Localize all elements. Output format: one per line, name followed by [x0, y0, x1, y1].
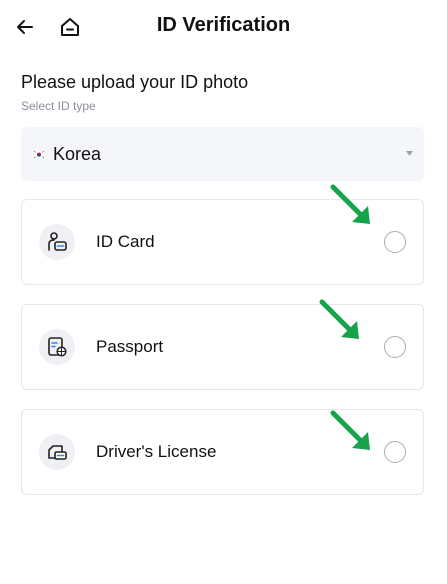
country-select[interactable]: Korea — [21, 127, 424, 181]
top-bar: ID Verification — [0, 0, 447, 56]
green-pointer-arrow-icon — [330, 410, 370, 450]
id-type-label: Driver's License — [96, 442, 217, 461]
id-card-icon — [39, 224, 75, 260]
radio-button[interactable] — [384, 336, 406, 358]
id-type-label: ID Card — [96, 232, 155, 251]
page-title: ID Verification — [156, 14, 291, 36]
radio-button[interactable] — [384, 231, 406, 253]
korea-flag-icon — [33, 150, 45, 159]
id-type-option-passport[interactable]: Passport — [21, 304, 424, 390]
green-pointer-arrow-icon — [330, 184, 370, 224]
upload-heading: Please upload your ID photo — [21, 72, 249, 92]
passport-icon — [39, 329, 75, 365]
select-id-type-label: Select ID type — [21, 99, 96, 113]
radio-button[interactable] — [384, 441, 406, 463]
green-pointer-arrow-icon — [319, 299, 359, 339]
caret-down-icon — [406, 151, 413, 156]
id-type-label: Passport — [96, 337, 164, 356]
drivers-license-icon — [39, 434, 75, 470]
country-value: Korea — [53, 144, 102, 164]
